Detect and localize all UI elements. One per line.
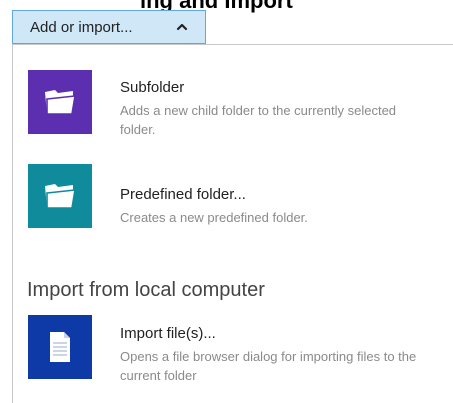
menu-item-title: Import file(s)... [120,325,216,342]
folder-icon [45,184,76,209]
section-heading-import: Import from local computer [27,279,265,301]
menu-item-title: Subfolder [120,79,185,96]
menu-item-description: Opens a file browser dialog for importin… [120,349,417,383]
document-icon [50,332,70,362]
menu-item-description: Creates a new predefined folder. [120,210,308,225]
add-or-import-dropdown-button[interactable]: Add or import... [12,10,206,44]
import-files-tile [28,315,92,379]
add-import-menu: Subfolder Adds a new child folder to the… [12,44,453,403]
menu-item-description: Adds a new child folder to the currently… [120,103,397,137]
dropdown-label: Add or import... [30,18,133,36]
folder-icon [45,90,76,115]
subfolder-tile [28,70,92,134]
chevron-up-icon [176,23,188,31]
predefined-folder-tile [28,164,92,228]
menu-item-title: Predefined folder... [120,186,246,203]
